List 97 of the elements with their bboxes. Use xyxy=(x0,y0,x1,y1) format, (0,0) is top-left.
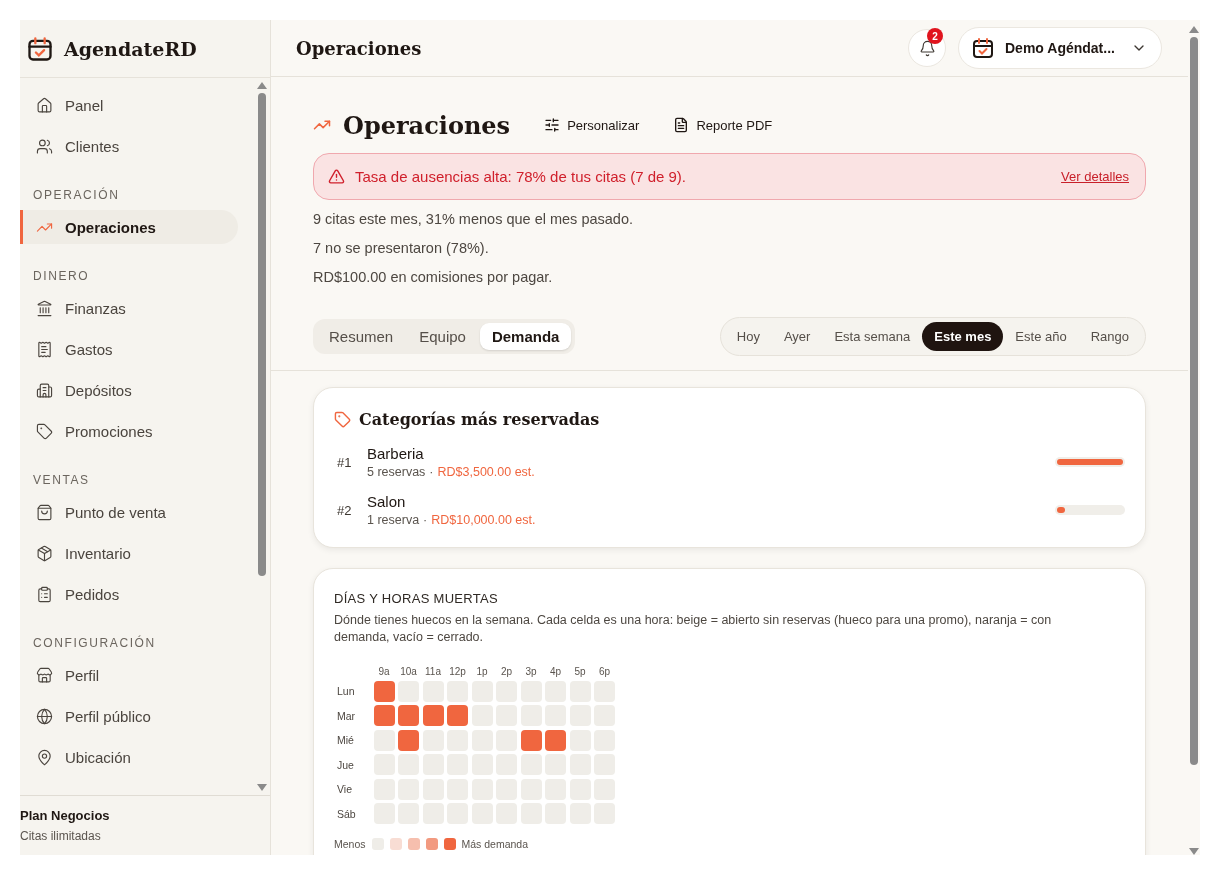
hour-label: 3p xyxy=(524,666,538,677)
view-tab[interactable]: Demanda xyxy=(479,323,572,350)
card-title: DÍAS Y HORAS MUERTAS xyxy=(334,591,499,606)
sliders-icon xyxy=(544,117,561,133)
period-option[interactable]: Este mes xyxy=(922,322,1004,351)
day-label: Sáb xyxy=(336,807,357,820)
card-title: Categorías más reservadas xyxy=(359,410,600,429)
nav-icon xyxy=(36,585,53,603)
nav-icon xyxy=(36,666,53,684)
period-option[interactable]: Este año xyxy=(1003,322,1079,351)
nav-icon xyxy=(36,137,53,155)
section-title: VENTAS xyxy=(32,472,91,489)
sidebar-item[interactable]: Punto de venta xyxy=(20,495,238,529)
nav-icon xyxy=(36,96,53,114)
page-title: Operaciones xyxy=(343,110,511,140)
category-name: Barberia xyxy=(367,445,424,462)
scrollbar-thumb[interactable] xyxy=(1190,37,1198,765)
account-button[interactable]: Demo Agéndat... xyxy=(958,27,1162,69)
calendar-check-icon xyxy=(26,34,54,63)
view-tab[interactable]: Resumen xyxy=(317,323,406,350)
nav-icon xyxy=(36,748,53,766)
hour-label: 10a xyxy=(399,666,418,677)
summary-line: RD$100.00 en comisiones por pagar. xyxy=(313,268,554,287)
alert-text: Tasa de ausencias alta: 78% de tus citas (7 de 9). xyxy=(355,168,688,185)
summary-line: 7 no se presentaron (78%). xyxy=(313,239,490,258)
nav-icon xyxy=(36,707,53,725)
hour-label: 1p xyxy=(475,666,489,677)
nav-icon xyxy=(36,381,53,399)
sidebar-item[interactable]: Promociones xyxy=(20,414,238,448)
sidebar-item[interactable]: Operaciones xyxy=(20,210,238,244)
section-title: OPERACIÓN xyxy=(32,186,121,204)
calendar-check-icon xyxy=(971,36,995,60)
scroll-up-icon[interactable] xyxy=(257,82,267,89)
customize-button[interactable]: Personalizar xyxy=(532,111,652,139)
day-label: Mié xyxy=(336,734,355,746)
nav-icon xyxy=(36,503,53,521)
day-label: Vie xyxy=(336,783,353,795)
sidebar-item[interactable]: Finanzas xyxy=(20,291,238,325)
period-option[interactable]: Esta semana xyxy=(822,322,923,351)
rank: #2 xyxy=(337,502,351,518)
hour-label: 12p xyxy=(448,666,467,677)
report-button[interactable]: Reporte PDF xyxy=(661,111,785,139)
document-icon xyxy=(673,117,690,133)
separator: · xyxy=(429,465,434,479)
period-option[interactable]: Rango xyxy=(1078,322,1141,351)
scrollbar-thumb[interactable] xyxy=(258,93,266,576)
sidebar-item[interactable]: Perfil xyxy=(20,658,238,692)
booking-count: 5 reservas xyxy=(367,465,426,479)
scroll-up-icon[interactable] xyxy=(1189,26,1199,33)
sidebar-item[interactable]: Pedidos xyxy=(20,577,238,611)
section-title: DINERO xyxy=(32,268,91,285)
details-link[interactable]: Ver detalles xyxy=(1061,169,1129,184)
hour-label: 11a xyxy=(424,666,442,677)
bell-icon xyxy=(918,39,936,57)
hour-label: 2p xyxy=(499,666,514,677)
tag-icon xyxy=(334,411,351,428)
summary-line: 9 citas este mes, 31% menos que el mes pasado. xyxy=(313,210,634,229)
warning-icon xyxy=(328,168,345,185)
plan-name: Plan Negocios xyxy=(20,808,111,823)
hour-label: 9a xyxy=(377,666,391,677)
section-title: CONFIGURACIÓN xyxy=(32,634,157,652)
period-option[interactable]: Ayer xyxy=(771,322,823,351)
booking-count: 1 reserva xyxy=(367,513,420,527)
hour-label: 4p xyxy=(548,666,563,677)
sidebar-item[interactable]: Ubicación xyxy=(20,740,238,774)
revenue-estimate: RD$10,000.00 est. xyxy=(431,513,536,527)
hour-label: 6p xyxy=(597,666,612,677)
separator: · xyxy=(423,513,428,527)
period-option[interactable]: Hoy xyxy=(724,322,772,351)
sidebar-item[interactable]: Perfil público xyxy=(20,699,238,733)
rank: #1 xyxy=(337,454,351,470)
sidebar-item[interactable]: Panel xyxy=(20,88,238,122)
day-label: Lun xyxy=(336,685,356,697)
nav-icon xyxy=(36,340,53,358)
sidebar-item[interactable]: Inventario xyxy=(20,536,238,570)
nav-icon xyxy=(36,422,53,440)
scroll-down-icon[interactable] xyxy=(1189,848,1199,855)
header-title: Operaciones xyxy=(296,37,423,59)
card-description: Dónde tienes huecos en la semana. Cada celda es una hora: beige = abierto sin reservas (hueco para una promo), naranja = con demanda, vacío = cerrado. xyxy=(334,612,1053,646)
day-label: Jue xyxy=(336,758,355,771)
brand-name: AgendateRD xyxy=(64,37,197,60)
hour-label: 5p xyxy=(573,666,587,677)
day-label: Mar xyxy=(336,709,357,722)
scroll-down-icon[interactable] xyxy=(257,784,267,791)
sidebar-item[interactable]: Depósitos xyxy=(20,373,238,407)
category-name: Salon xyxy=(367,493,406,510)
notifications-button[interactable]: 2 xyxy=(908,29,946,67)
legend-label: Más demanda xyxy=(461,838,529,850)
sidebar-item[interactable]: Clientes xyxy=(20,129,238,163)
revenue-estimate: RD$3,500.00 est. xyxy=(437,465,535,479)
nav-icon xyxy=(36,544,53,562)
nav-icon xyxy=(36,299,53,317)
view-tab[interactable]: Equipo xyxy=(407,323,478,350)
sidebar-item[interactable]: Gastos xyxy=(20,332,238,366)
legend-label: Menos xyxy=(334,838,366,850)
plan-detail: Citas ilimitadas xyxy=(20,829,102,843)
notification-badge: 2 xyxy=(927,28,943,44)
